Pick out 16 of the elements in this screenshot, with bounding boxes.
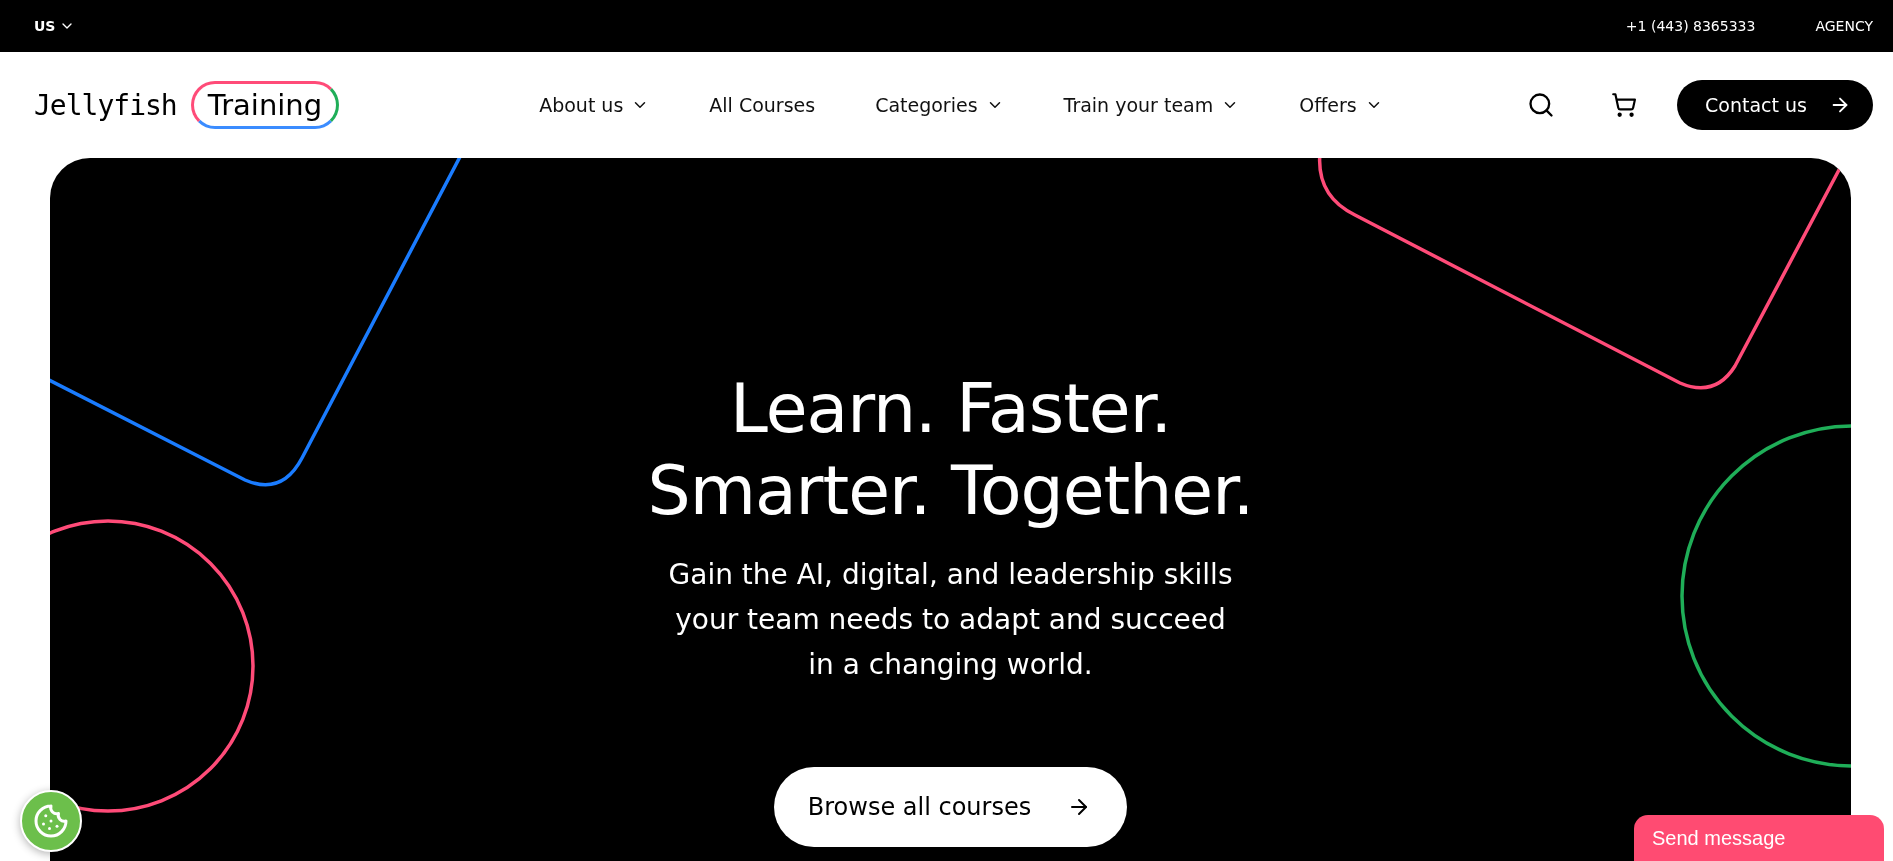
nav-link[interactable]: Train your team <box>1063 94 1240 116</box>
hero-subtitle: Gain the AI, digital, and leadership skills your team needs to adapt and succeed in a changing world. <box>668 557 1233 683</box>
phone-number: +1 (443) 8365333 <box>1625 18 1756 34</box>
nav-link[interactable]: About us <box>539 94 650 116</box>
cookie-icon <box>33 803 69 839</box>
brand-logo[interactable]: Jellyfish <box>34 88 177 122</box>
browse-courses-button[interactable]: Browse all courses <box>773 767 1128 847</box>
nav-link[interactable]: All Courses <box>709 94 816 116</box>
nav-link[interactable]: Offers <box>1299 94 1383 116</box>
region-selector[interactable]: US <box>34 18 76 34</box>
hero-title: Smarter. Together. <box>647 450 1254 532</box>
cookie-settings-button[interactable] <box>20 790 82 852</box>
hero-title: Learn. Faster. <box>729 368 1172 450</box>
product-logo[interactable]: Training <box>190 81 340 129</box>
contact-button[interactable]: Contact us <box>1677 80 1873 130</box>
nav-link[interactable]: Categories <box>875 94 1004 116</box>
